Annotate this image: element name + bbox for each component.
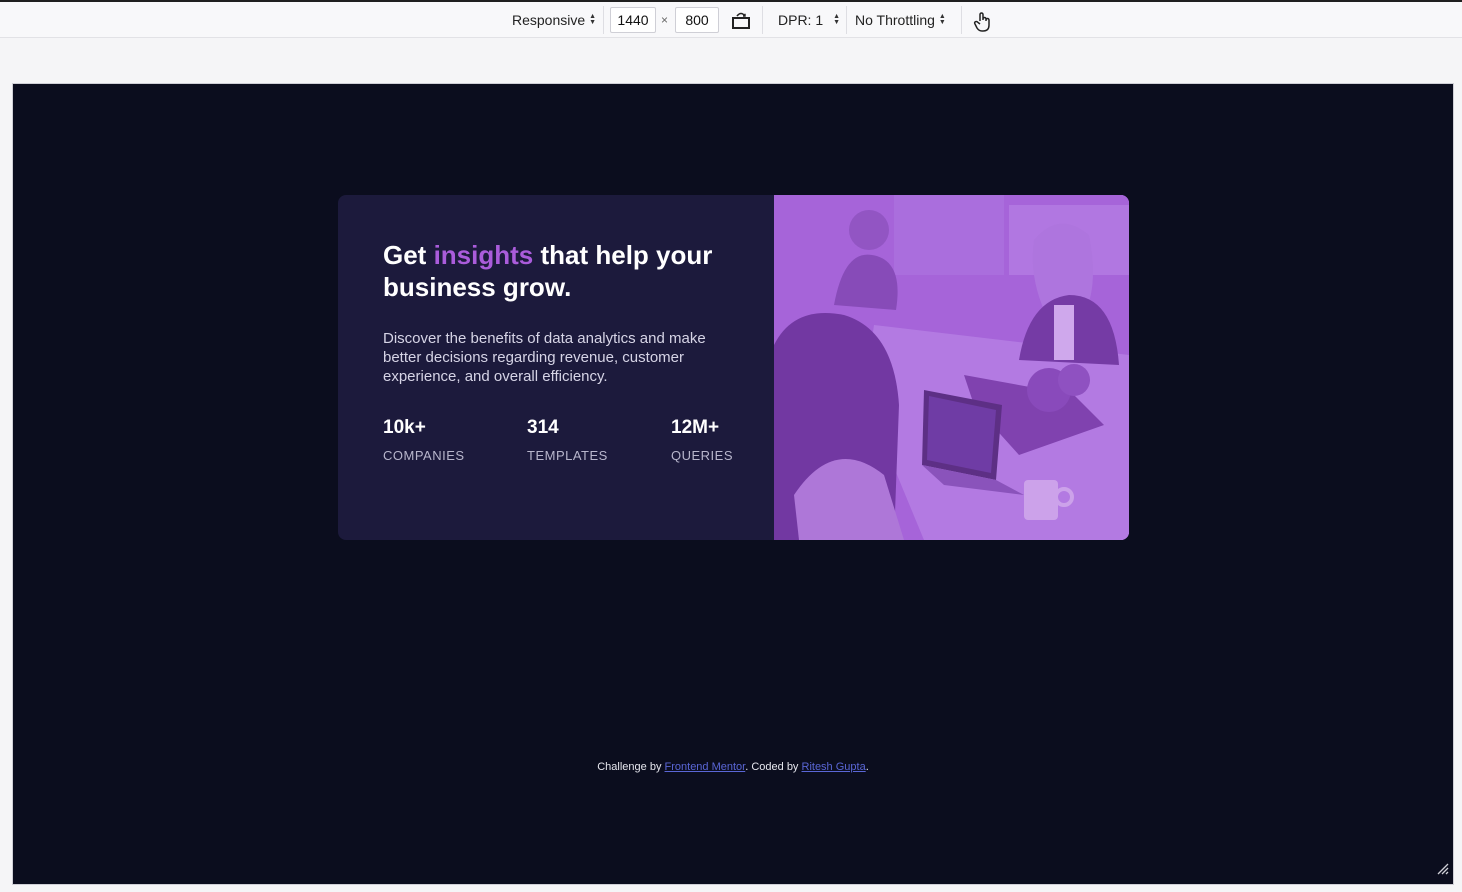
headline-accent: insights <box>433 240 534 270</box>
office-photo-illustration <box>774 195 1129 540</box>
card-description: Discover the benefits of data analytics … <box>383 330 706 385</box>
device-toolbar: Responsive ▲ ▼ 1440 × 800 DPR: 1 ▲ ▼ No Th… <box>0 0 1462 38</box>
attribution-middle: . Coded by <box>745 761 802 773</box>
attribution-suffix: . <box>865 761 869 773</box>
stats-row: 10k+ COMPANIES 314 TEMPLATES 12M+ QUERIE… <box>383 417 743 477</box>
stat-label: TEMPLATES <box>527 448 608 463</box>
attribution: Challenge by Frontend Mentor. Coded by R… <box>13 761 1453 773</box>
office-photo <box>774 195 1129 540</box>
stats-card: Get insights that help your business gro… <box>338 195 1129 540</box>
headline-lead: Get <box>383 240 434 270</box>
device-select[interactable]: Responsive ▲ ▼ <box>512 2 596 38</box>
width-value: 1440 <box>617 12 649 28</box>
stat-label: QUERIES <box>671 448 734 463</box>
stat-templates: 314 TEMPLATES <box>527 417 608 463</box>
toolbar-divider <box>762 6 763 34</box>
dpr-select[interactable]: DPR: 1 ▲ ▼ <box>778 2 840 38</box>
throttling-select[interactable]: No Throttling ▲ ▼ <box>855 2 946 38</box>
width-input[interactable]: 1440 <box>610 7 656 33</box>
toolbar-divider <box>961 6 962 34</box>
dpr-label: DPR: 1 <box>778 12 824 28</box>
updown-arrows-icon: ▲ ▼ <box>833 13 841 26</box>
frontend-mentor-link[interactable]: Frontend Mentor <box>665 761 746 773</box>
resize-grip-icon[interactable] <box>1435 861 1449 880</box>
stat-value: 10k+ <box>383 417 426 438</box>
dimension-separator: × <box>661 13 669 27</box>
author-link[interactable]: Ritesh Gupta <box>802 761 866 773</box>
throttling-label: No Throttling <box>855 12 935 28</box>
stat-value: 314 <box>527 417 559 438</box>
stat-queries: 12M+ QUERIES <box>671 417 733 463</box>
stat-value: 12M+ <box>671 417 720 438</box>
toolbar-divider <box>846 6 847 34</box>
card-headline: Get insights that help your business gro… <box>383 239 743 303</box>
toolbar-divider <box>603 6 604 34</box>
rotate-icon[interactable] <box>731 10 751 35</box>
responsive-viewport: Get insights that help your business gro… <box>12 83 1454 885</box>
stat-label: COMPANIES <box>383 448 465 463</box>
attribution-prefix: Challenge by <box>597 761 665 773</box>
updown-arrows-icon: ▲ ▼ <box>589 13 597 26</box>
updown-arrows-icon: ▲ ▼ <box>938 13 946 26</box>
height-value: 800 <box>685 12 709 28</box>
device-select-label: Responsive <box>512 12 586 28</box>
height-input[interactable]: 800 <box>675 7 719 33</box>
stat-companies: 10k+ COMPANIES <box>383 417 465 463</box>
touch-icon[interactable] <box>973 11 993 38</box>
